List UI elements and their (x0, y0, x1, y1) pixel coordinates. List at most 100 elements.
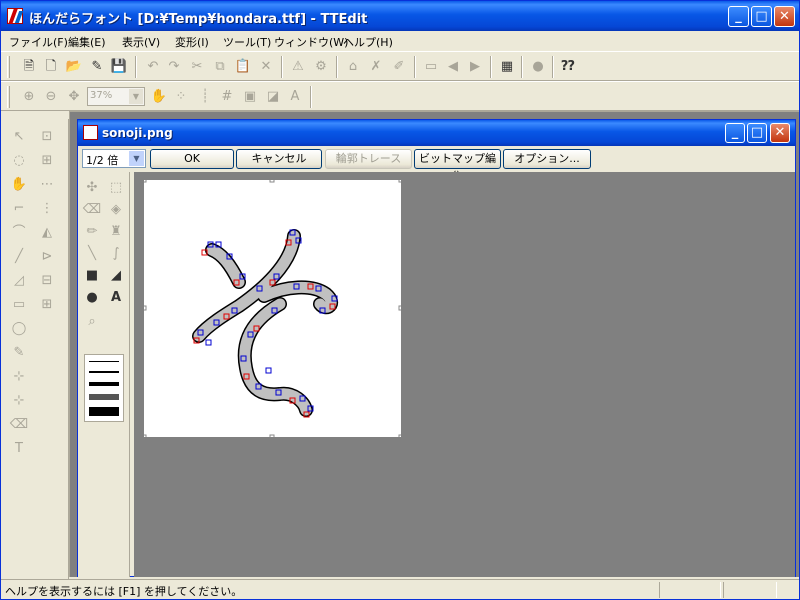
pen-icon[interactable]: ✎ (9, 343, 29, 363)
brush-icon[interactable]: ♜ (106, 222, 126, 242)
glyph-warn-icon[interactable]: ⚠ (288, 57, 308, 77)
glyph-new-icon[interactable]: ⌂ (343, 57, 363, 77)
outline-trace-button[interactable]: 輪郭トレース (325, 149, 412, 169)
guide-icon[interactable]: ┊ (195, 87, 215, 107)
menu-file[interactable]: ファイル(F) (9, 34, 68, 50)
text-icon[interactable]: A (106, 288, 126, 308)
rect-select-icon[interactable]: ⬚ (106, 178, 126, 198)
child-maximize-button[interactable]: □ (747, 123, 767, 143)
select-node-icon[interactable]: ⊡ (37, 127, 57, 147)
image-icon[interactable]: ▣ (240, 87, 260, 107)
toolbar-grip[interactable] (7, 86, 10, 108)
close-button[interactable]: ✕ (774, 6, 795, 27)
line-width-2[interactable] (89, 371, 119, 373)
points-icon[interactable]: ⁘ (171, 87, 191, 107)
remove-point-icon[interactable]: ⊹ (9, 391, 29, 411)
page-icon[interactable]: ▭ (421, 57, 441, 77)
eraser-icon[interactable]: ⌫ (82, 200, 102, 220)
ellipse-icon[interactable]: ◯ (9, 319, 29, 339)
menu-tools[interactable]: ツール(T) (223, 34, 271, 50)
line-width-5[interactable] (89, 407, 119, 416)
line-width-picker[interactable] (84, 354, 124, 422)
align-h-icon[interactable]: ⊟ (37, 271, 57, 291)
user-icon[interactable]: ● (528, 57, 548, 77)
table-icon[interactable]: ▦ (497, 57, 517, 77)
child-app-icon[interactable] (83, 125, 98, 140)
new-font-icon[interactable]: 🗎 (19, 57, 39, 77)
toolbar-grip[interactable] (7, 56, 10, 78)
redo-icon[interactable]: ↷ (164, 57, 184, 77)
title-bar[interactable]: ほんだらフォント [D:¥Temp¥hondara.ttf] - TTEdit … (1, 1, 799, 31)
glyph-props-icon[interactable]: ⚙ (311, 57, 331, 77)
curve-point-icon[interactable]: ⌒ (9, 223, 29, 243)
undo-icon[interactable]: ↶ (143, 57, 163, 77)
maximize-button[interactable]: □ (751, 6, 772, 27)
child-title-bar[interactable]: sonoji.png _ □ ✕ (78, 120, 795, 146)
paste-icon[interactable]: 📋 (233, 57, 253, 77)
node-edit-icon[interactable]: ⊞ (37, 151, 57, 171)
filled-ellipse-icon[interactable]: ● (82, 288, 102, 308)
zoom-fit-icon[interactable]: ✥ (64, 87, 84, 107)
line-width-3[interactable] (89, 382, 119, 386)
help-icon[interactable]: ⁇ (558, 57, 578, 77)
polygon-icon[interactable]: ◿ (9, 271, 29, 291)
hand-tool-icon[interactable]: ✋ (9, 175, 29, 195)
free-select-icon[interactable]: ✣ (82, 178, 102, 198)
ok-button[interactable]: OK (150, 149, 234, 169)
add-point-icon[interactable]: ⊹ (9, 367, 29, 387)
menu-window[interactable]: ウィンドウ(W) (274, 34, 348, 50)
text-tool-icon[interactable]: T (9, 439, 29, 459)
font-a-icon[interactable]: A (285, 87, 305, 107)
open-edit-icon[interactable]: ✎ (87, 57, 107, 77)
flip-icon[interactable]: ⊳ (37, 247, 57, 267)
hand-icon[interactable]: ✋ (149, 87, 169, 107)
prev-icon[interactable]: ◀ (443, 57, 463, 77)
zoom-in-icon[interactable]: ⊕ (19, 87, 39, 107)
pencil-icon[interactable]: ✏ (82, 222, 102, 242)
fill-icon[interactable]: ◪ (263, 87, 283, 107)
bitmap-canvas[interactable] (141, 177, 404, 440)
save-icon[interactable]: 💾 (109, 57, 129, 77)
child-close-button[interactable]: ✕ (770, 123, 790, 143)
mirror-icon[interactable]: ◭ (37, 223, 57, 243)
filled-rect-icon[interactable]: ■ (82, 266, 102, 286)
menu-edit[interactable]: 編集(E) (68, 34, 106, 50)
next-icon[interactable]: ▶ (465, 57, 485, 77)
select-arrow-icon[interactable]: ↖ (9, 127, 29, 147)
line-width-1[interactable] (89, 361, 119, 362)
line-tool-icon[interactable]: ╱ (9, 247, 29, 267)
scale-select[interactable]: 1/2 倍 ▼ (82, 149, 146, 168)
menu-help[interactable]: ヘルプ(H) (343, 34, 393, 50)
cut-icon[interactable]: ✂ (187, 57, 207, 77)
dotted-line-icon[interactable]: ⋯ (37, 175, 57, 195)
options-button[interactable]: オプション... (503, 149, 591, 169)
zoom-out-icon[interactable]: ⊖ (41, 87, 61, 107)
app-icon[interactable] (7, 8, 24, 24)
copy-icon[interactable]: ⧉ (210, 57, 230, 77)
glyph-del-icon[interactable]: ✗ (366, 57, 386, 77)
rectangle-icon[interactable]: ▭ (9, 295, 29, 315)
glyph-outline[interactable] (141, 177, 404, 440)
corner-point-icon[interactable]: ⌐ (9, 199, 29, 219)
eraser-icon[interactable]: ⌫ (9, 415, 29, 435)
delete-icon[interactable]: ✕ (256, 57, 276, 77)
magnifier-icon[interactable]: ⌕ (82, 312, 102, 332)
open-folder-icon[interactable]: 📂 (64, 57, 84, 77)
bucket-icon[interactable]: ◈ (106, 200, 126, 220)
bitmap-canvas-area[interactable] (134, 172, 795, 577)
vertical-dots-icon[interactable]: ⋮ (37, 199, 57, 219)
filled-polygon-icon[interactable]: ◢ (106, 266, 126, 286)
curve-icon[interactable]: ∫ (106, 244, 126, 264)
bitmap-edit-button[interactable]: ビットマップ編集 (414, 149, 501, 183)
new-file-icon[interactable]: 🗋 (41, 57, 61, 77)
cancel-button[interactable]: キャンセル (236, 149, 322, 169)
grid-icon[interactable]: # (217, 87, 237, 107)
lasso-icon[interactable]: ◌ (9, 151, 29, 171)
menu-transform[interactable]: 変形(I) (175, 34, 209, 50)
glyph-edit-icon[interactable]: ✐ (389, 57, 409, 77)
menu-view[interactable]: 表示(V) (122, 34, 160, 50)
zoom-select[interactable]: 37% ▼ (87, 87, 145, 106)
minimize-button[interactable]: _ (728, 6, 749, 27)
align-v-icon[interactable]: ⊞ (37, 295, 57, 315)
line-icon[interactable]: ╲ (82, 244, 102, 264)
